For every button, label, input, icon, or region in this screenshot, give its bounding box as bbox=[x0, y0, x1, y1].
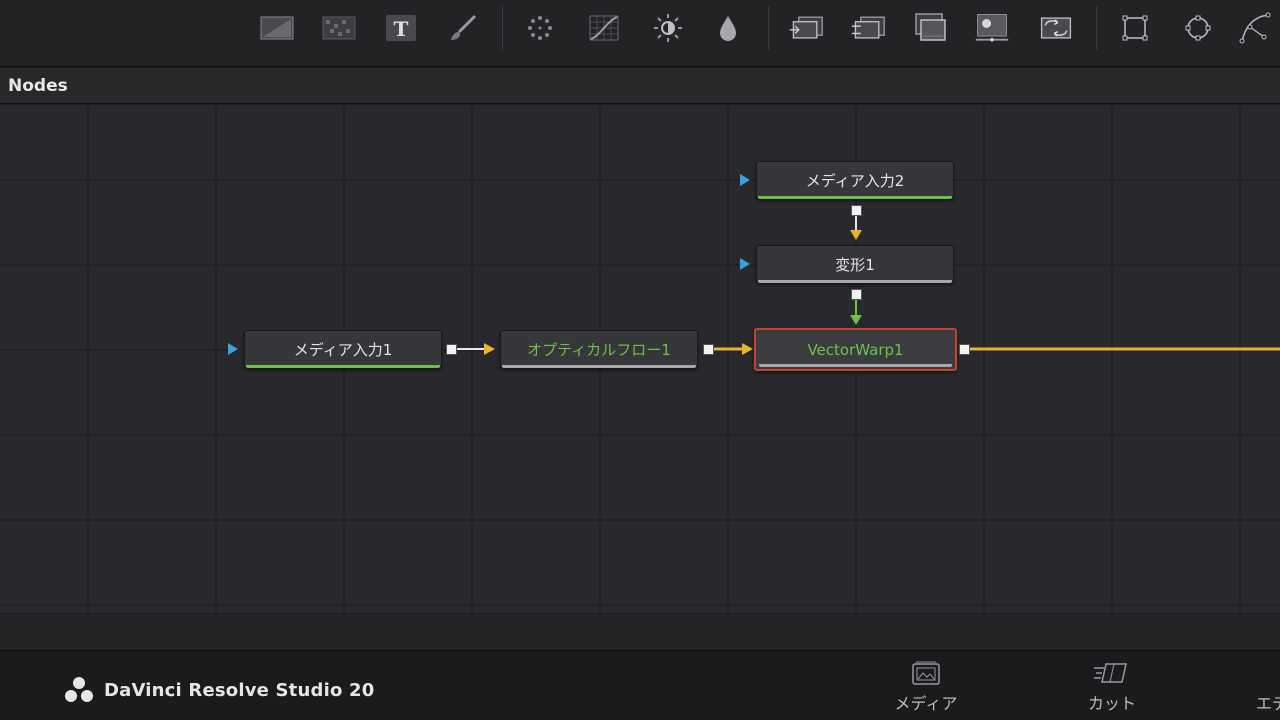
status-strip bbox=[0, 613, 1280, 650]
paint-tool-button[interactable] bbox=[445, 10, 481, 46]
color-curves-icon bbox=[589, 15, 619, 41]
node-transform1[interactable]: 変形1 bbox=[756, 245, 954, 283]
ellipse-mask-icon bbox=[1185, 15, 1211, 41]
page-tab-label: メディア bbox=[894, 694, 958, 713]
color-corrector-tool-button[interactable] bbox=[650, 10, 686, 46]
media-page-icon bbox=[912, 661, 940, 685]
rectangle-mask-tool-button[interactable] bbox=[1117, 10, 1153, 46]
color-curves-tool-button[interactable] bbox=[586, 10, 622, 46]
node-output-port[interactable] bbox=[703, 344, 714, 355]
background-icon bbox=[260, 16, 294, 40]
node-label: 変形1 bbox=[835, 255, 875, 274]
text-icon: T bbox=[386, 15, 416, 41]
toolbar-separator bbox=[502, 6, 503, 50]
nodes-panel-header: Nodes bbox=[0, 68, 1280, 104]
matte-control-icon bbox=[915, 13, 946, 41]
page-tab-cut[interactable]: カット bbox=[1067, 660, 1157, 720]
node-status-bar bbox=[758, 280, 952, 283]
app-brand: DaVinci Resolve Studio 20 bbox=[64, 676, 374, 704]
rectangle-mask-icon bbox=[1122, 15, 1148, 41]
svg-text:T: T bbox=[394, 17, 409, 41]
node-output-port[interactable] bbox=[959, 344, 970, 355]
tool-toolbar: T bbox=[0, 0, 1280, 67]
link-arrow-green bbox=[850, 315, 862, 325]
loader-icon bbox=[975, 14, 1009, 42]
loader-tool-button[interactable] bbox=[974, 10, 1010, 46]
node-input-port[interactable] bbox=[740, 174, 750, 186]
color-corrector-icon bbox=[654, 14, 682, 42]
node-editor-canvas[interactable]: メディア入力2 変形1 メディア入力1 オプティカルフロー1 VectorWar… bbox=[0, 105, 1280, 613]
polygon-mask-icon bbox=[1239, 12, 1271, 44]
node-vectorwarp1[interactable]: VectorWarp1 bbox=[754, 328, 957, 371]
node-input-port[interactable] bbox=[740, 258, 750, 270]
link-arrow-yellow bbox=[484, 343, 495, 355]
node-output-port[interactable] bbox=[851, 289, 862, 300]
page-tab-media[interactable]: メディア bbox=[881, 660, 971, 720]
node-status-bar bbox=[758, 196, 952, 199]
node-output-port[interactable] bbox=[851, 205, 862, 216]
text-tool-button[interactable]: T bbox=[383, 10, 419, 46]
polygon-mask-tool-button[interactable] bbox=[1238, 10, 1274, 46]
node-mediain2[interactable]: メディア入力2 bbox=[756, 161, 954, 199]
channel-booleans-tool-button[interactable] bbox=[850, 10, 886, 46]
node-label: メディア入力2 bbox=[805, 171, 905, 190]
panel-title: Nodes bbox=[8, 76, 68, 96]
fast-noise-tool-button[interactable] bbox=[321, 10, 357, 46]
paint-brush-icon bbox=[451, 14, 477, 40]
davinci-logo-icon bbox=[65, 677, 93, 702]
ellipse-mask-tool-button[interactable] bbox=[1180, 10, 1216, 46]
saver-tool-button[interactable] bbox=[1038, 10, 1074, 46]
page-tab-label: エデ bbox=[1256, 694, 1280, 713]
channel-booleans-icon bbox=[851, 16, 885, 39]
node-opticalflow1[interactable]: オプティカルフロー1 bbox=[500, 330, 698, 368]
node-label: オプティカルフロー1 bbox=[527, 340, 671, 359]
saver-icon bbox=[1040, 17, 1072, 39]
link-arrow-yellow bbox=[850, 230, 862, 240]
toolbar-separator bbox=[1096, 6, 1097, 50]
node-mediain1[interactable]: メディア入力1 bbox=[244, 330, 442, 368]
page-tab-edit[interactable]: エデ bbox=[1236, 660, 1280, 720]
matte-control-tool-button[interactable] bbox=[912, 10, 948, 46]
link-arrow-yellow bbox=[742, 343, 753, 355]
page-tab-label: カット bbox=[1087, 694, 1136, 713]
node-status-bar bbox=[246, 365, 440, 368]
background-tool-button[interactable] bbox=[259, 10, 295, 46]
node-status-bar bbox=[759, 364, 952, 367]
cut-page-icon bbox=[1094, 663, 1127, 683]
toolbar-separator bbox=[768, 6, 769, 50]
drop-icon bbox=[720, 16, 736, 41]
particles-icon bbox=[528, 16, 552, 40]
merge-icon bbox=[789, 16, 823, 39]
fast-noise-icon bbox=[322, 16, 356, 40]
node-output-port[interactable] bbox=[446, 344, 457, 355]
app-name: DaVinci Resolve Studio 20 bbox=[104, 679, 375, 701]
particles-tool-button[interactable] bbox=[522, 10, 558, 46]
merge-tool-button[interactable] bbox=[788, 10, 824, 46]
node-input-port[interactable] bbox=[228, 343, 238, 355]
node-label: VectorWarp1 bbox=[807, 340, 904, 359]
node-label: メディア入力1 bbox=[293, 340, 393, 359]
node-status-bar bbox=[502, 365, 696, 368]
blur-tool-button[interactable] bbox=[710, 10, 746, 46]
